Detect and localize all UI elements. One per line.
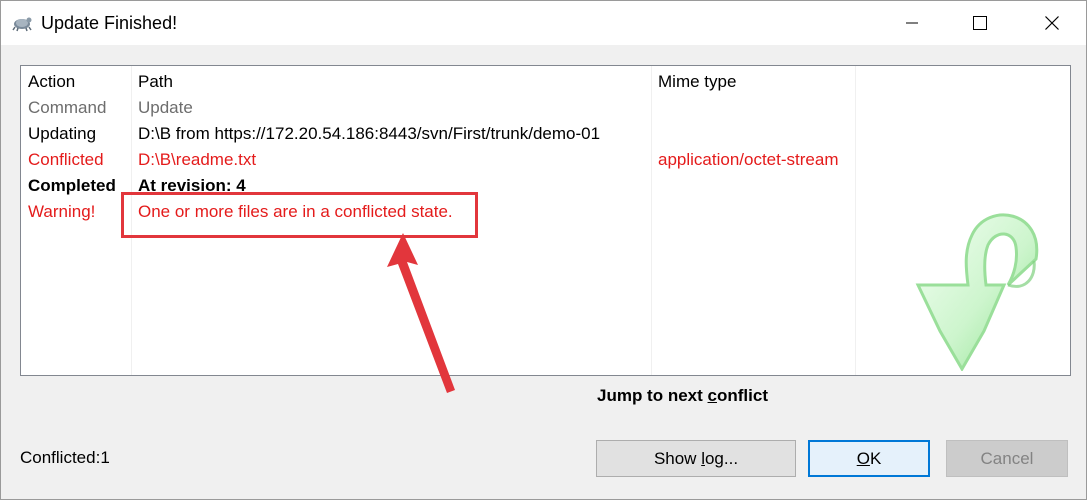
show-log-button[interactable]: Show l og... (596, 440, 796, 477)
green-curved-arrow-icon (915, 213, 1039, 371)
show-log-label-part: Show (653, 448, 702, 468)
column-separator (651, 66, 652, 375)
minimize-icon (906, 22, 918, 24)
row-action-completed: Completed (28, 176, 116, 195)
status-conflict-count: Conflicted:1 (20, 448, 110, 467)
maximize-button[interactable] (957, 1, 1003, 45)
jump-label-accel: c (707, 386, 717, 405)
update-finished-dialog: Update Finished! Action Path Mime type C… (0, 0, 1087, 500)
column-separator (855, 66, 856, 375)
column-header-path[interactable]: Path (138, 71, 173, 93)
row-mime-conflicted: application/octet-stream (658, 150, 839, 169)
column-header-mime-type[interactable]: Mime type (658, 71, 736, 93)
cancel-label: Cancel (980, 448, 1034, 468)
jump-label-part: Jump to next (597, 386, 708, 405)
maximize-icon (973, 16, 987, 30)
red-pointer-arrow (387, 233, 455, 393)
row-path-updating: D:\B from https://172.20.54.186:8443/svn… (138, 124, 601, 143)
row-action-command: Command (28, 98, 107, 117)
jump-to-next-conflict-link[interactable]: Jump to next conflict (597, 385, 768, 407)
cancel-button[interactable]: Cancel (946, 440, 1068, 477)
close-icon (1045, 16, 1059, 30)
row-action-warning: Warning! (28, 202, 96, 221)
window-title: Update Finished! (41, 13, 178, 33)
show-log-label-part: og... (704, 448, 739, 468)
close-button[interactable] (1029, 1, 1075, 45)
ok-label-accel: O (856, 448, 870, 468)
title-bar[interactable]: Update Finished! (1, 1, 1086, 45)
row-action-conflicted[interactable]: Conflicted (28, 149, 104, 171)
row-action-updating: Updating (28, 124, 97, 143)
ok-label-part: K (869, 448, 882, 468)
column-header-action[interactable]: Action (28, 71, 75, 93)
minimize-button[interactable] (889, 1, 935, 45)
ok-button[interactable]: OK (808, 440, 930, 477)
row-path-conflicted[interactable]: D:\B\readme.txt (138, 149, 256, 171)
jump-label-part: onflict (716, 386, 768, 405)
row-path-command: Update (138, 98, 193, 117)
tortoise-svn-icon (12, 17, 32, 32)
